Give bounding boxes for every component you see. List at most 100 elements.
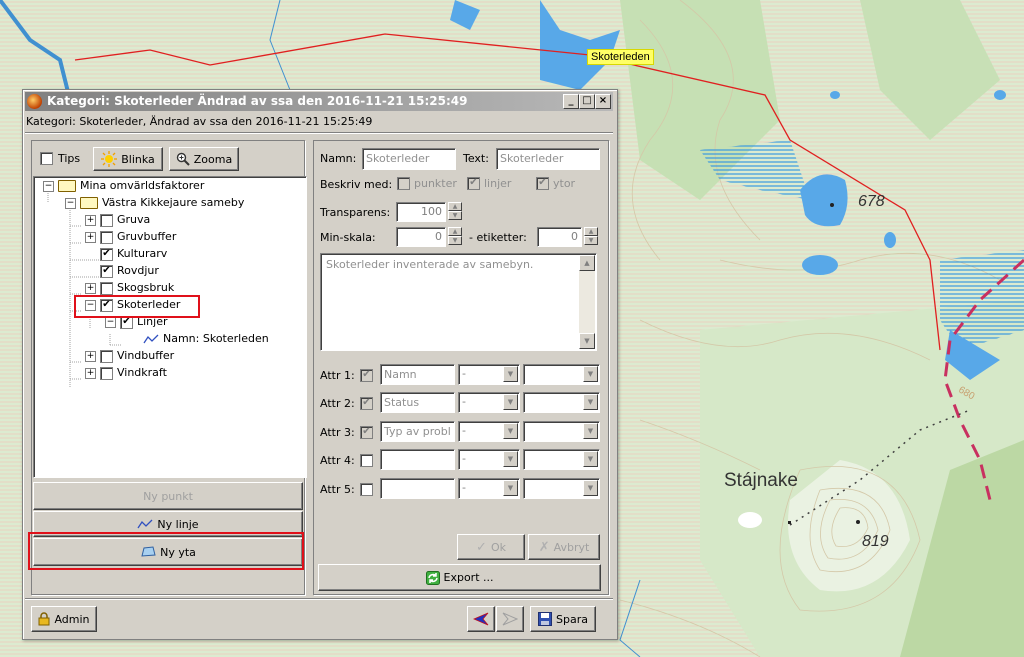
close-button[interactable]: × bbox=[595, 94, 611, 109]
attr-checkbox[interactable]: ✔ bbox=[360, 426, 373, 439]
chevron-down-icon[interactable]: ▼ bbox=[503, 366, 518, 382]
tips-checkbox[interactable] bbox=[40, 152, 53, 165]
attr-option-dropdown[interactable]: ▼ bbox=[523, 449, 600, 470]
areas-option[interactable]: ✔ ytor bbox=[536, 177, 575, 190]
expand-icon[interactable]: + bbox=[85, 282, 96, 294]
tree-group[interactable]: − Västra Kikkejaure sameby bbox=[65, 195, 244, 211]
labels-spinner[interactable]: ▲ ▼ bbox=[584, 227, 598, 245]
tree-item-leaf[interactable]: Namn: Skoterleden bbox=[143, 331, 269, 347]
points-checkbox[interactable] bbox=[397, 177, 410, 190]
attr-checkbox[interactable]: ✔ bbox=[360, 369, 373, 382]
minimize-button[interactable]: _ bbox=[563, 94, 579, 109]
chevron-down-icon[interactable]: ▼ bbox=[503, 394, 518, 410]
layer-checkbox[interactable]: ✔ bbox=[100, 247, 113, 261]
expand-icon[interactable]: + bbox=[85, 367, 96, 379]
chevron-down-icon[interactable]: ▼ bbox=[583, 366, 598, 382]
chevron-down-icon[interactable]: ▼ bbox=[503, 451, 518, 467]
new-point-button[interactable]: Ny punkt bbox=[33, 482, 303, 510]
layer-checkbox[interactable] bbox=[100, 281, 113, 295]
lines-option[interactable]: ✔ linjer bbox=[467, 177, 511, 190]
tree-item-label: Rovdjur bbox=[117, 264, 159, 277]
attr-type-dropdown[interactable]: - ▼ bbox=[458, 421, 520, 442]
attr-checkbox[interactable]: ✔ bbox=[360, 397, 373, 410]
chevron-down-icon[interactable]: ▼ bbox=[583, 480, 598, 496]
namn-field[interactable]: Skoterleder bbox=[362, 148, 456, 170]
min-scale-field[interactable]: 0 bbox=[396, 227, 446, 247]
chevron-down-icon[interactable]: ▼ bbox=[583, 451, 598, 467]
description-textarea[interactable]: Skoterleder inventerade av samebyn. ▲ ▼ bbox=[320, 253, 597, 351]
attr-name-field[interactable] bbox=[380, 478, 455, 499]
min-scale-spinner[interactable]: ▲ ▼ bbox=[448, 227, 462, 245]
tips-toggle[interactable]: Tips bbox=[40, 152, 80, 165]
tree-item-vindbuffer[interactable]: + Vindbuffer bbox=[85, 348, 174, 364]
layer-checkbox[interactable] bbox=[100, 349, 113, 363]
scroll-down-icon[interactable]: ▼ bbox=[579, 333, 595, 349]
attr-option-dropdown[interactable]: ▼ bbox=[523, 421, 600, 442]
collapse-icon[interactable]: − bbox=[65, 197, 76, 209]
admin-button[interactable]: Admin bbox=[31, 606, 97, 632]
ok-button[interactable]: ✓ Ok bbox=[457, 534, 525, 560]
attr-name-field[interactable]: Status bbox=[380, 392, 455, 413]
chevron-down-icon[interactable]: ▼ bbox=[503, 480, 518, 496]
place-name-label: Stájnake bbox=[724, 470, 798, 491]
expand-icon[interactable]: + bbox=[85, 350, 96, 362]
chevron-down-icon[interactable]: ▼ bbox=[583, 423, 598, 439]
tree-item-gruvbuffer[interactable]: + Gruvbuffer bbox=[85, 229, 176, 245]
layer-checkbox[interactable]: ✔ bbox=[100, 264, 113, 278]
attr-type-dropdown[interactable]: - ▼ bbox=[458, 392, 520, 413]
layer-checkbox[interactable] bbox=[100, 230, 113, 244]
cancel-button[interactable]: ✗ Avbryt bbox=[528, 534, 600, 560]
title-bar[interactable]: Kategori: Skoterleder Ändrad av ssa den … bbox=[25, 92, 613, 111]
layer-checkbox[interactable] bbox=[100, 213, 113, 227]
expand-icon[interactable]: + bbox=[85, 214, 96, 226]
description-scrollbar[interactable]: ▲ ▼ bbox=[579, 255, 595, 349]
arrow-left-icon bbox=[473, 612, 489, 626]
save-button[interactable]: Spara bbox=[530, 606, 596, 632]
tree-item-kulturarv[interactable]: ✔ Kulturarv bbox=[100, 246, 167, 262]
attr-type-dropdown[interactable]: - ▼ bbox=[458, 478, 520, 499]
transparency-spinner[interactable]: ▲ ▼ bbox=[448, 202, 462, 220]
tree-item-skogsbruk[interactable]: + Skogsbruk bbox=[85, 280, 174, 296]
labels-field[interactable]: 0 bbox=[537, 227, 582, 247]
expand-icon[interactable]: + bbox=[85, 231, 96, 243]
highlight-box-new-area bbox=[28, 532, 304, 570]
back-button[interactable] bbox=[467, 606, 495, 632]
attr-name-field[interactable]: Typ av probl bbox=[380, 421, 455, 442]
tree-item-vindkraft[interactable]: + Vindkraft bbox=[85, 365, 167, 381]
chevron-down-icon[interactable]: ▼ bbox=[503, 423, 518, 439]
attr-type-dropdown[interactable]: - ▼ bbox=[458, 449, 520, 470]
folder-open-icon bbox=[80, 197, 98, 209]
scroll-up-icon[interactable]: ▲ bbox=[579, 255, 595, 271]
layer-checkbox[interactable] bbox=[100, 366, 113, 380]
chevron-down-icon[interactable]: ▼ bbox=[583, 394, 598, 410]
attr-checkbox[interactable] bbox=[360, 483, 373, 496]
collapse-icon[interactable]: − bbox=[105, 316, 116, 328]
zooma-button[interactable]: Zooma bbox=[169, 147, 239, 171]
areas-checkbox[interactable]: ✔ bbox=[536, 177, 549, 190]
blinka-button[interactable]: Blinka bbox=[93, 147, 163, 171]
maximize-button[interactable]: □ bbox=[579, 94, 595, 109]
export-button[interactable]: Export ... bbox=[318, 564, 601, 591]
attr-name-field[interactable] bbox=[380, 449, 455, 470]
floppy-disk-icon bbox=[538, 612, 553, 626]
attr-option-dropdown[interactable]: ▼ bbox=[523, 478, 600, 499]
elevation-label: 819 bbox=[862, 533, 889, 550]
tree-item-gruva[interactable]: + Gruva bbox=[85, 212, 150, 228]
collapse-icon[interactable]: − bbox=[43, 180, 54, 192]
attr-option-dropdown[interactable]: ▼ bbox=[523, 364, 600, 385]
attr-checkbox[interactable] bbox=[360, 454, 373, 467]
tree-root[interactable]: − Mina omvärldsfaktorer bbox=[43, 178, 204, 194]
points-option[interactable]: punkter bbox=[397, 177, 457, 190]
arrow-right-icon bbox=[502, 612, 518, 626]
lines-checkbox[interactable]: ✔ bbox=[467, 177, 480, 190]
attr-name-field[interactable]: Namn bbox=[380, 364, 455, 385]
attr-type-dropdown[interactable]: - ▼ bbox=[458, 364, 520, 385]
attr-option-dropdown[interactable]: ▼ bbox=[523, 392, 600, 413]
transparency-field[interactable]: 100 bbox=[396, 202, 446, 222]
tree-leaf-label: Namn: Skoterleden bbox=[163, 332, 269, 345]
category-tree[interactable]: − Mina omvärldsfaktorer − Västra Kikkeja… bbox=[33, 176, 307, 478]
text-field[interactable]: Skoterleder bbox=[496, 148, 600, 170]
forward-button[interactable] bbox=[496, 606, 524, 632]
tree-item-rovdjur[interactable]: ✔ Rovdjur bbox=[100, 263, 159, 279]
attr-label: Attr 4: bbox=[320, 454, 355, 467]
